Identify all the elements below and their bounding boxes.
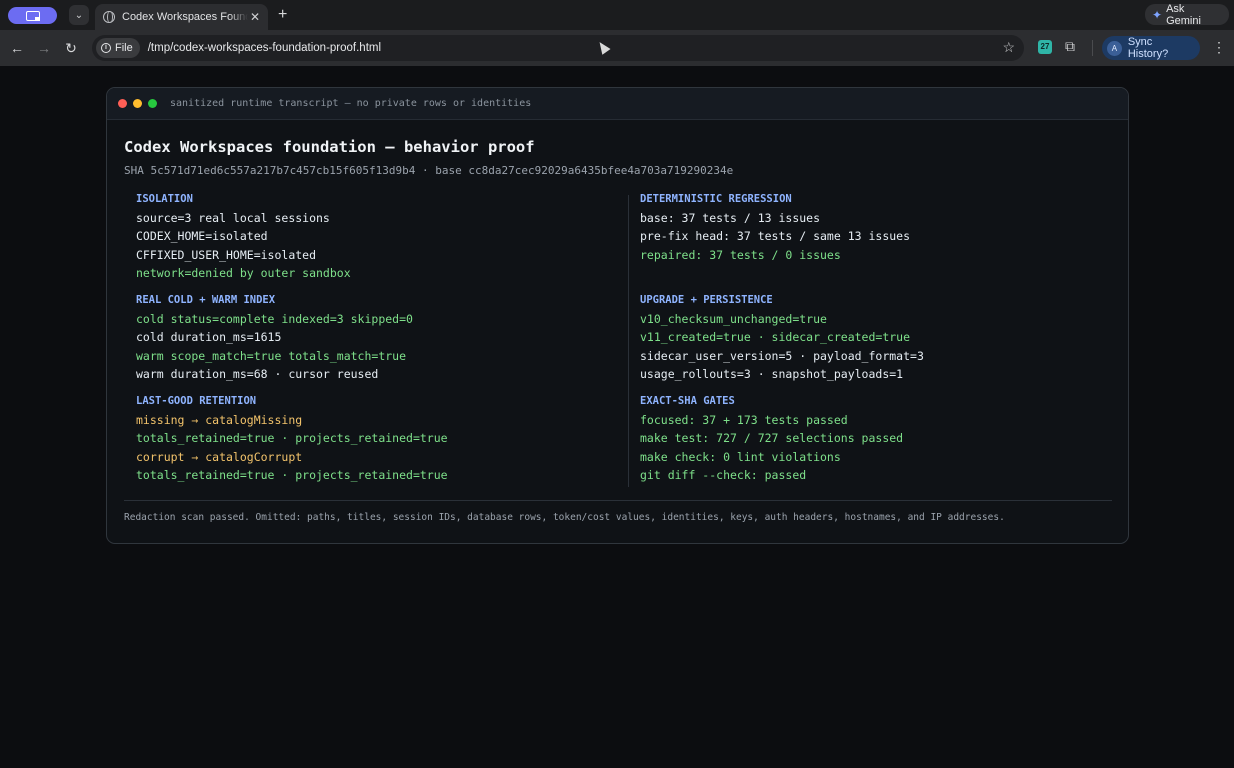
address-bar[interactable]: i File /tmp/codex-workspaces-foundation-… — [92, 35, 1024, 61]
info-icon: i — [101, 43, 111, 53]
redaction-note: Redaction scan passed. Omitted: paths, t… — [124, 512, 1005, 523]
ask-gemini-button[interactable]: ✦ Ask Gemini — [1145, 2, 1229, 27]
result-line: v10_checksum_unchanged=true — [640, 312, 827, 326]
result-line: sidecar_user_version=5 · payload_format=… — [640, 348, 924, 363]
window-caption: sanitized runtime transcript — no privat… — [170, 98, 532, 109]
tab-strip: ⌄ Codex Workspaces Foundation ✕ + ✦ Ask … — [0, 0, 1234, 30]
result-line: warm scope_match=true totals_match=true — [136, 348, 407, 363]
tab-active[interactable]: Codex Workspaces Foundation ✕ — [95, 4, 268, 30]
section-index: REAL COLD + WARM INDEX cold status=compl… — [136, 294, 606, 383]
result-line: totals_retained=true · projects_retained… — [136, 467, 448, 482]
url-text[interactable]: /tmp/codex-workspaces-foundation-proof.h… — [148, 42, 381, 54]
result-line: missing → catalogMissing — [136, 413, 303, 427]
toolbar-divider — [1092, 40, 1093, 56]
sync-history-label: Sync History? — [1127, 36, 1169, 60]
section-gates: EXACT-SHA GATES focused: 37 + 173 tests … — [640, 395, 1110, 484]
site-info-label: File — [115, 42, 133, 54]
result-line: base: 37 tests / 13 issues — [640, 211, 821, 225]
section-lines: missing → catalogMissing totals_retained=… — [136, 411, 606, 484]
tab-search-button[interactable]: ⌄ — [69, 5, 89, 25]
result-line: network=denied by outer sandbox — [136, 265, 351, 280]
window-icon — [25, 10, 40, 21]
extension-icon[interactable]: 27 — [1038, 40, 1052, 54]
ask-gemini-label: Ask Gemini — [1166, 2, 1201, 27]
page-title: Codex Workspaces foundation — behavior p… — [124, 138, 535, 156]
minimize-dot-icon — [133, 99, 142, 108]
terminal-card: sanitized runtime transcript — no privat… — [106, 87, 1129, 544]
section-title: UPGRADE + PERSISTENCE — [640, 294, 773, 306]
section-persistence: UPGRADE + PERSISTENCE v10_checksum_uncha… — [640, 294, 1110, 383]
page-viewport: sanitized runtime transcript — no privat… — [0, 66, 1234, 768]
section-lines: cold status=complete indexed=3 skipped=0… — [136, 310, 606, 383]
avatar: A — [1107, 40, 1122, 56]
section-title: ISOLATION — [136, 193, 193, 205]
card-body: Codex Workspaces foundation — behavior p… — [124, 138, 1112, 487]
section-lines: source=3 real local sessions CODEX_HOME=i… — [136, 209, 606, 282]
globe-icon — [103, 11, 115, 23]
section-lines: focused: 37 + 173 tests passed make test:… — [640, 411, 1110, 484]
result-line: repaired: 37 tests / 0 issues — [640, 247, 841, 262]
column-divider — [628, 195, 629, 487]
result-line: CFFIXED_USER_HOME=isolated — [136, 247, 317, 262]
section-retention: LAST-GOOD RETENTION missing → catalogMis… — [136, 395, 606, 484]
tab-groups-button[interactable] — [8, 7, 57, 24]
close-dot-icon — [118, 99, 127, 108]
maximize-dot-icon — [148, 99, 157, 108]
browser-chrome: ⌄ Codex Workspaces Foundation ✕ + ✦ Ask … — [0, 0, 1234, 66]
extensions-puzzle-icon[interactable]: ⧉ — [1065, 38, 1075, 55]
result-line: make check: 0 lint violations — [640, 449, 841, 464]
section-title: LAST-GOOD RETENTION — [136, 395, 257, 407]
result-line: corrupt → catalogCorrupt — [136, 449, 303, 464]
result-line: cold duration_ms=1615 — [136, 330, 282, 345]
result-line: cold status=complete indexed=3 skipped=0 — [136, 312, 413, 326]
sha-line: SHA 5c571d71ed6c557a217b7c457cb15f605f13… — [124, 164, 734, 177]
section-title: DETERMINISTIC REGRESSION — [640, 193, 792, 205]
menu-kebab-icon[interactable]: ⋮ — [1212, 39, 1226, 56]
tab-title: Codex Workspaces Foundation — [122, 11, 248, 23]
back-button[interactable]: ← — [8, 39, 26, 57]
section-regression: DETERMINISTIC REGRESSION base: 37 tests … — [640, 193, 1110, 264]
forward-button[interactable]: → — [35, 39, 53, 57]
bookmark-star-icon[interactable]: ☆ — [1002, 39, 1015, 56]
result-line: pre-fix head: 37 tests / same 13 issues — [640, 229, 911, 244]
site-info-chip[interactable]: i File — [96, 38, 140, 58]
result-line: focused: 37 + 173 tests passed — [640, 413, 848, 427]
chevron-down-icon: ⌄ — [74, 9, 84, 21]
reload-button[interactable]: ↻ — [62, 39, 80, 57]
result-line: git diff --check: passed — [640, 467, 807, 482]
footer-divider — [124, 500, 1112, 501]
section-lines: v10_checksum_unchanged=true v11_created=t… — [640, 310, 1110, 383]
result-line: totals_retained=true · projects_retained… — [136, 431, 448, 446]
result-line: warm duration_ms=68 · cursor reused — [136, 366, 379, 381]
section-title: EXACT-SHA GATES — [640, 395, 735, 407]
gemini-sparkle-icon: ✦ — [1152, 7, 1163, 22]
results-grid: ISOLATION source=3 real local sessions CO… — [124, 193, 1112, 488]
tab-close-icon[interactable]: ✕ — [250, 10, 260, 24]
window-title-bar: sanitized runtime transcript — no privat… — [107, 88, 1128, 120]
result-line: make test: 727 / 727 selections passed — [640, 431, 904, 446]
section-isolation: ISOLATION source=3 real local sessions CO… — [136, 193, 606, 282]
result-line: usage_rollouts=3 · snapshot_payloads=1 — [640, 366, 904, 381]
result-line: v11_created=true · sidecar_created=true — [640, 330, 911, 345]
sync-history-button[interactable]: A Sync History? — [1102, 36, 1200, 60]
new-tab-button[interactable]: + — [278, 6, 287, 24]
result-line: CODEX_HOME=isolated — [136, 229, 268, 244]
result-line: source=3 real local sessions — [136, 211, 330, 225]
section-title: REAL COLD + WARM INDEX — [136, 294, 276, 306]
section-lines: base: 37 tests / 13 issues pre-fix head: … — [640, 209, 1110, 264]
